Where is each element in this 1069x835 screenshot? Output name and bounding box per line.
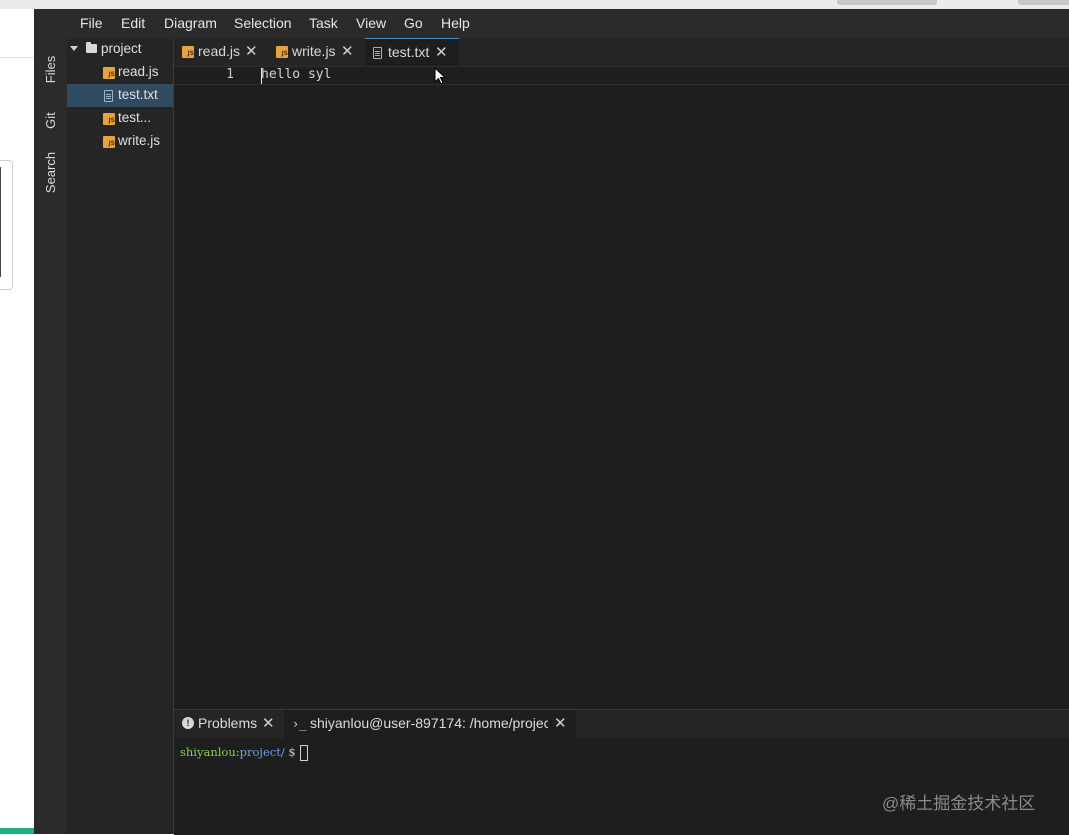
js-file-icon: JS	[103, 113, 115, 125]
js-file-icon: JS	[103, 136, 115, 148]
activity-bar: Files Git Search	[34, 38, 68, 834]
browser-top-strip	[0, 0, 1069, 9]
text-file-icon	[104, 90, 113, 102]
text-file-icon	[373, 47, 382, 59]
green-accent	[0, 828, 34, 834]
tab-terminal[interactable]: ›_ shiyanlou@user-897174: /home/project …	[284, 710, 576, 738]
tab-git-label: Git	[43, 111, 58, 129]
file-label: write.js	[118, 133, 161, 148]
menu-file[interactable]: File	[80, 15, 103, 31]
close-icon[interactable]: ✕	[435, 43, 448, 61]
menu-selection[interactable]: Selection	[234, 15, 292, 31]
browser-tab[interactable]	[837, 0, 937, 5]
file-explorer: project JS read.js test.txt JS test... J…	[67, 38, 174, 834]
tree-item-test-txt[interactable]: test.txt	[67, 84, 173, 107]
js-file-icon: JS	[182, 46, 194, 58]
tree-item-write-js[interactable]: JS write.js	[67, 130, 173, 153]
close-icon[interactable]: ✕	[262, 714, 275, 732]
line-number: 1	[226, 67, 234, 82]
ide-window: File Edit Diagram Selection Task View Go…	[34, 9, 1069, 835]
code-editor[interactable]: 1 hello syl	[174, 66, 1069, 709]
menu-bar: File Edit Diagram Selection Task View Go…	[34, 9, 1069, 38]
folder-label: project	[101, 41, 142, 56]
page-card	[0, 160, 13, 290]
editor-tab-bar: JS read.js ✕ JS write.js ✕ test.txt ✕	[174, 38, 1069, 66]
tab-search-label: Search	[43, 151, 59, 193]
js-file-icon: JS	[103, 67, 115, 79]
text-cursor	[261, 68, 262, 84]
tab-problems[interactable]: ! Problems ✕	[174, 710, 282, 738]
background-page	[0, 9, 34, 834]
card-edge	[0, 167, 1, 277]
tab-search[interactable]: Search	[34, 148, 67, 196]
menu-help[interactable]: Help	[441, 15, 470, 31]
chevron-down-icon[interactable]	[70, 46, 78, 51]
tree-item-read-js[interactable]: JS read.js	[67, 61, 173, 84]
menu-diagram[interactable]: Diagram	[164, 15, 217, 31]
terminal-icon: ›_	[292, 717, 307, 731]
bottom-panel: ! Problems ✕ ›_ shiyanlou@user-897174: /…	[174, 709, 1069, 835]
code-line[interactable]: hello syl	[261, 67, 331, 82]
menu-task[interactable]: Task	[309, 15, 338, 31]
tab-label: test.txt	[388, 44, 430, 60]
file-label: test...	[118, 110, 152, 125]
terminal-dollar: $	[288, 745, 296, 759]
tab-label: read.js	[198, 43, 241, 59]
editor-tab-write-js[interactable]: JS write.js ✕	[270, 38, 362, 66]
close-icon[interactable]: ✕	[245, 42, 258, 60]
tab-git[interactable]: Git	[34, 104, 67, 136]
close-icon[interactable]: ✕	[341, 42, 354, 60]
editor-tab-test-txt[interactable]: test.txt ✕	[365, 38, 459, 66]
terminal-user: shiyanlou	[180, 745, 236, 759]
terminal-path: project/	[239, 745, 285, 759]
menu-view[interactable]: View	[356, 15, 386, 31]
tab-files-label: Files	[42, 55, 58, 83]
folder-icon	[86, 42, 97, 53]
tab-files[interactable]: Files	[34, 50, 67, 88]
js-file-icon: JS	[276, 46, 288, 58]
menu-go[interactable]: Go	[404, 15, 423, 31]
tab-label: Problems	[198, 715, 258, 731]
browser-tab[interactable]	[1018, 0, 1069, 5]
close-icon[interactable]: ✕	[554, 714, 567, 732]
tab-label: write.js	[292, 43, 336, 59]
divider	[0, 57, 34, 58]
editor-tab-read-js[interactable]: JS read.js ✕	[174, 38, 266, 66]
tab-label: shiyanlou@user-897174: /home/project	[310, 715, 548, 731]
menu-edit[interactable]: Edit	[121, 15, 145, 31]
watermark: @稀土掘金技术社区	[882, 794, 1036, 813]
tree-folder-project[interactable]: project	[67, 38, 173, 61]
tree-item-test-truncated[interactable]: JS test...	[67, 107, 173, 130]
mouse-pointer-icon	[434, 67, 446, 85]
problems-icon: !	[182, 717, 194, 729]
panel-tab-bar: ! Problems ✕ ›_ shiyanlou@user-897174: /…	[174, 710, 1069, 738]
terminal-prompt[interactable]: shiyanlou:project/ $	[180, 745, 308, 761]
terminal-cursor	[299, 745, 308, 761]
file-label: read.js	[118, 64, 159, 79]
file-label: test.txt	[118, 87, 158, 102]
